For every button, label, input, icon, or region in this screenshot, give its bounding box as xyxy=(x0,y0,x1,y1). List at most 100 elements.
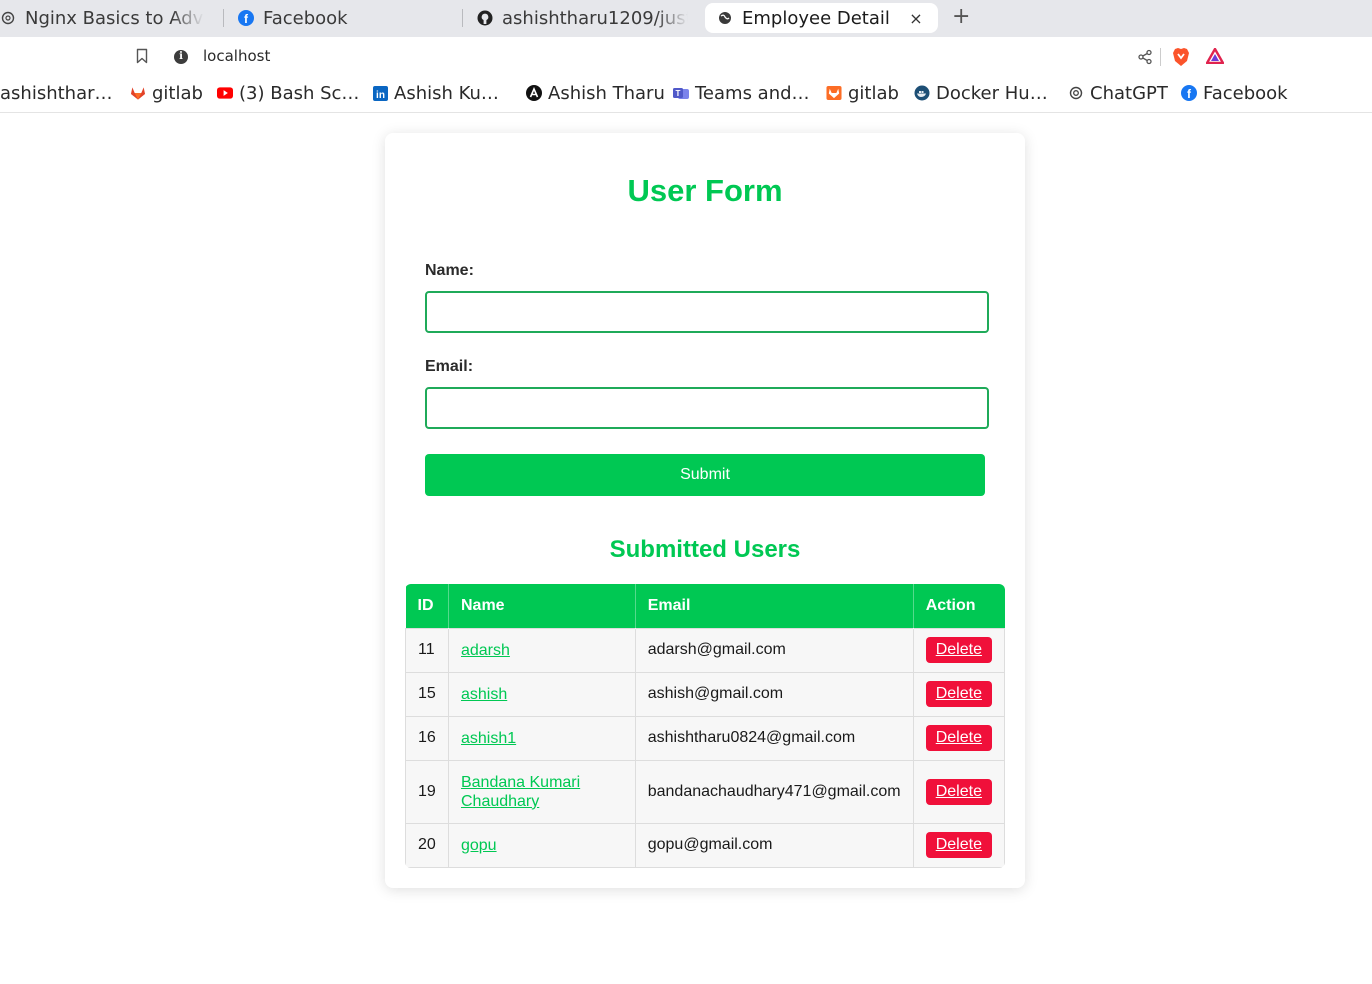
delete-button[interactable]: Delete xyxy=(925,778,992,805)
bookmark-item-bash[interactable]: (3) Bash Sc… xyxy=(217,82,359,104)
user-email: bandanachaudhary471@gmail.com xyxy=(634,759,914,824)
site-info-icon[interactable]: i xyxy=(174,50,188,64)
table-row: 15 ashish ashish@gmail.com Delete xyxy=(405,671,1005,717)
delete-button[interactable]: Delete xyxy=(925,681,992,707)
tab-employee-detail[interactable]: Employee Detail × xyxy=(705,3,938,33)
bookmark-label: gitlab xyxy=(152,82,203,104)
user-name-cell: ashish1 xyxy=(447,715,636,761)
bookmark-label: ChatGPT xyxy=(1090,82,1168,104)
user-id: 19 xyxy=(405,759,449,824)
tab-fade xyxy=(172,3,212,33)
action-cell: Delete xyxy=(912,715,1005,761)
github-icon xyxy=(477,10,493,26)
tab-title: Employee Detail xyxy=(742,7,890,29)
column-header-email: Email xyxy=(635,584,914,628)
user-name-cell: gopu xyxy=(447,822,636,868)
a-circle-icon xyxy=(526,85,542,101)
openai-icon xyxy=(1068,85,1084,101)
bookmark-label: Docker Hu… xyxy=(936,82,1048,104)
user-email: ashish@gmail.com xyxy=(634,671,914,717)
gitlab-icon xyxy=(130,85,146,101)
delete-button[interactable]: Delete xyxy=(925,725,992,751)
bookmark-label: Facebook xyxy=(1203,82,1288,104)
youtube-icon xyxy=(217,85,233,101)
user-email: ashishtharu0824@gmail.com xyxy=(634,715,914,761)
tab-facebook[interactable]: f Facebook xyxy=(238,3,448,33)
table-row: 19 Bandana Kumari Chaudhary bandanachaud… xyxy=(405,759,1005,824)
page-title: User Form xyxy=(627,173,783,208)
bookmark-item-gitlab-2[interactable]: gitlab xyxy=(826,82,899,104)
user-name-cell: adarsh xyxy=(447,627,636,673)
table-row: 20 gopu gopu@gmail.com Delete xyxy=(405,822,1005,868)
url-text[interactable]: localhost xyxy=(203,47,270,65)
bookmark-label: (3) Bash Sc… xyxy=(239,82,360,104)
name-label: Name: xyxy=(425,262,474,279)
bookmark-icon[interactable] xyxy=(136,48,148,68)
table-row: 16 ashish1 ashishtharu0824@gmail.com Del… xyxy=(405,715,1005,761)
bookmark-item-ashish-tharu[interactable]: Ashish Tharu xyxy=(526,82,665,104)
docker-icon xyxy=(914,85,930,101)
facebook-icon: f xyxy=(1181,85,1197,101)
user-name-link[interactable]: adarsh xyxy=(461,641,510,660)
delete-button[interactable]: Delete xyxy=(925,637,992,663)
tab-fade xyxy=(656,3,696,33)
bookmark-item-gitlab[interactable]: gitlab xyxy=(130,82,203,104)
tab-divider xyxy=(462,9,463,27)
bookmark-label: ashishthar… xyxy=(0,82,113,104)
user-name-link[interactable]: gopu xyxy=(461,836,497,855)
submitted-users-heading: Submitted Users xyxy=(609,536,801,563)
new-tab-button[interactable]: + xyxy=(952,4,970,30)
facebook-icon: f xyxy=(238,10,254,26)
column-header-id: ID xyxy=(405,584,449,628)
globe-icon xyxy=(717,10,733,26)
close-tab-icon[interactable]: × xyxy=(908,9,924,28)
bookmark-item-docker[interactable]: Docker Hu… xyxy=(914,82,1048,104)
bookmark-item-ashishtharu[interactable]: ashishthar… xyxy=(0,82,113,104)
svg-text:T: T xyxy=(676,89,681,98)
user-name-cell: Bandana Kumari Chaudhary xyxy=(447,759,636,824)
tab-title: Facebook xyxy=(263,7,348,29)
bookmark-label: Teams and… xyxy=(695,82,810,104)
bookmark-item-facebook[interactable]: f Facebook xyxy=(1181,82,1288,104)
share-icon[interactable] xyxy=(1137,49,1153,69)
globe-icon xyxy=(0,10,16,26)
gitlab-icon xyxy=(826,85,842,101)
brave-shields-icon[interactable] xyxy=(1172,47,1190,71)
name-input[interactable] xyxy=(425,291,989,333)
user-id: 16 xyxy=(405,715,449,761)
bookmark-item-linkedin[interactable]: in Ashish Ku… xyxy=(372,82,499,104)
user-id: 15 xyxy=(405,671,449,717)
column-header-name: Name xyxy=(448,584,636,628)
column-header-action: Action xyxy=(913,584,1005,628)
action-cell: Delete xyxy=(912,822,1005,868)
table-header-row: ID Name Email Action xyxy=(405,584,1005,628)
teams-icon: T xyxy=(673,85,689,101)
action-cell: Delete xyxy=(912,759,1005,824)
user-email: adarsh@gmail.com xyxy=(634,627,914,673)
toolbar-divider xyxy=(1160,48,1161,66)
bookmark-item-chatgpt[interactable]: ChatGPT xyxy=(1068,82,1168,104)
linkedin-icon: in xyxy=(372,85,388,101)
user-name-link[interactable]: ashish xyxy=(461,685,507,704)
bookmark-label: gitlab xyxy=(848,82,899,104)
user-form-card: User Form Name: Email: Submit Submitted … xyxy=(385,133,1025,888)
user-name-link[interactable]: Bandana Kumari Chaudhary xyxy=(461,773,623,811)
email-input[interactable] xyxy=(425,387,989,429)
user-name-link[interactable]: ashish1 xyxy=(461,729,516,748)
action-cell: Delete xyxy=(912,627,1005,673)
email-label: Email: xyxy=(425,358,474,375)
user-id: 11 xyxy=(405,627,449,673)
bookmark-label: Ashish Ku… xyxy=(394,82,499,104)
tab-divider xyxy=(223,9,224,27)
bookmark-item-teams[interactable]: T Teams and… xyxy=(673,82,810,104)
submit-button[interactable]: Submit xyxy=(425,454,985,496)
bookmark-label: Ashish Tharu xyxy=(548,82,665,104)
user-name-cell: ashish xyxy=(447,671,636,717)
user-id: 20 xyxy=(405,822,449,868)
users-table: ID Name Email Action 11 adarsh adarsh@gm… xyxy=(405,584,1005,868)
brave-rewards-icon[interactable] xyxy=(1205,47,1225,68)
svg-text:in: in xyxy=(376,90,385,101)
user-email: gopu@gmail.com xyxy=(634,822,914,868)
delete-button[interactable]: Delete xyxy=(925,832,992,858)
action-cell: Delete xyxy=(912,671,1005,717)
